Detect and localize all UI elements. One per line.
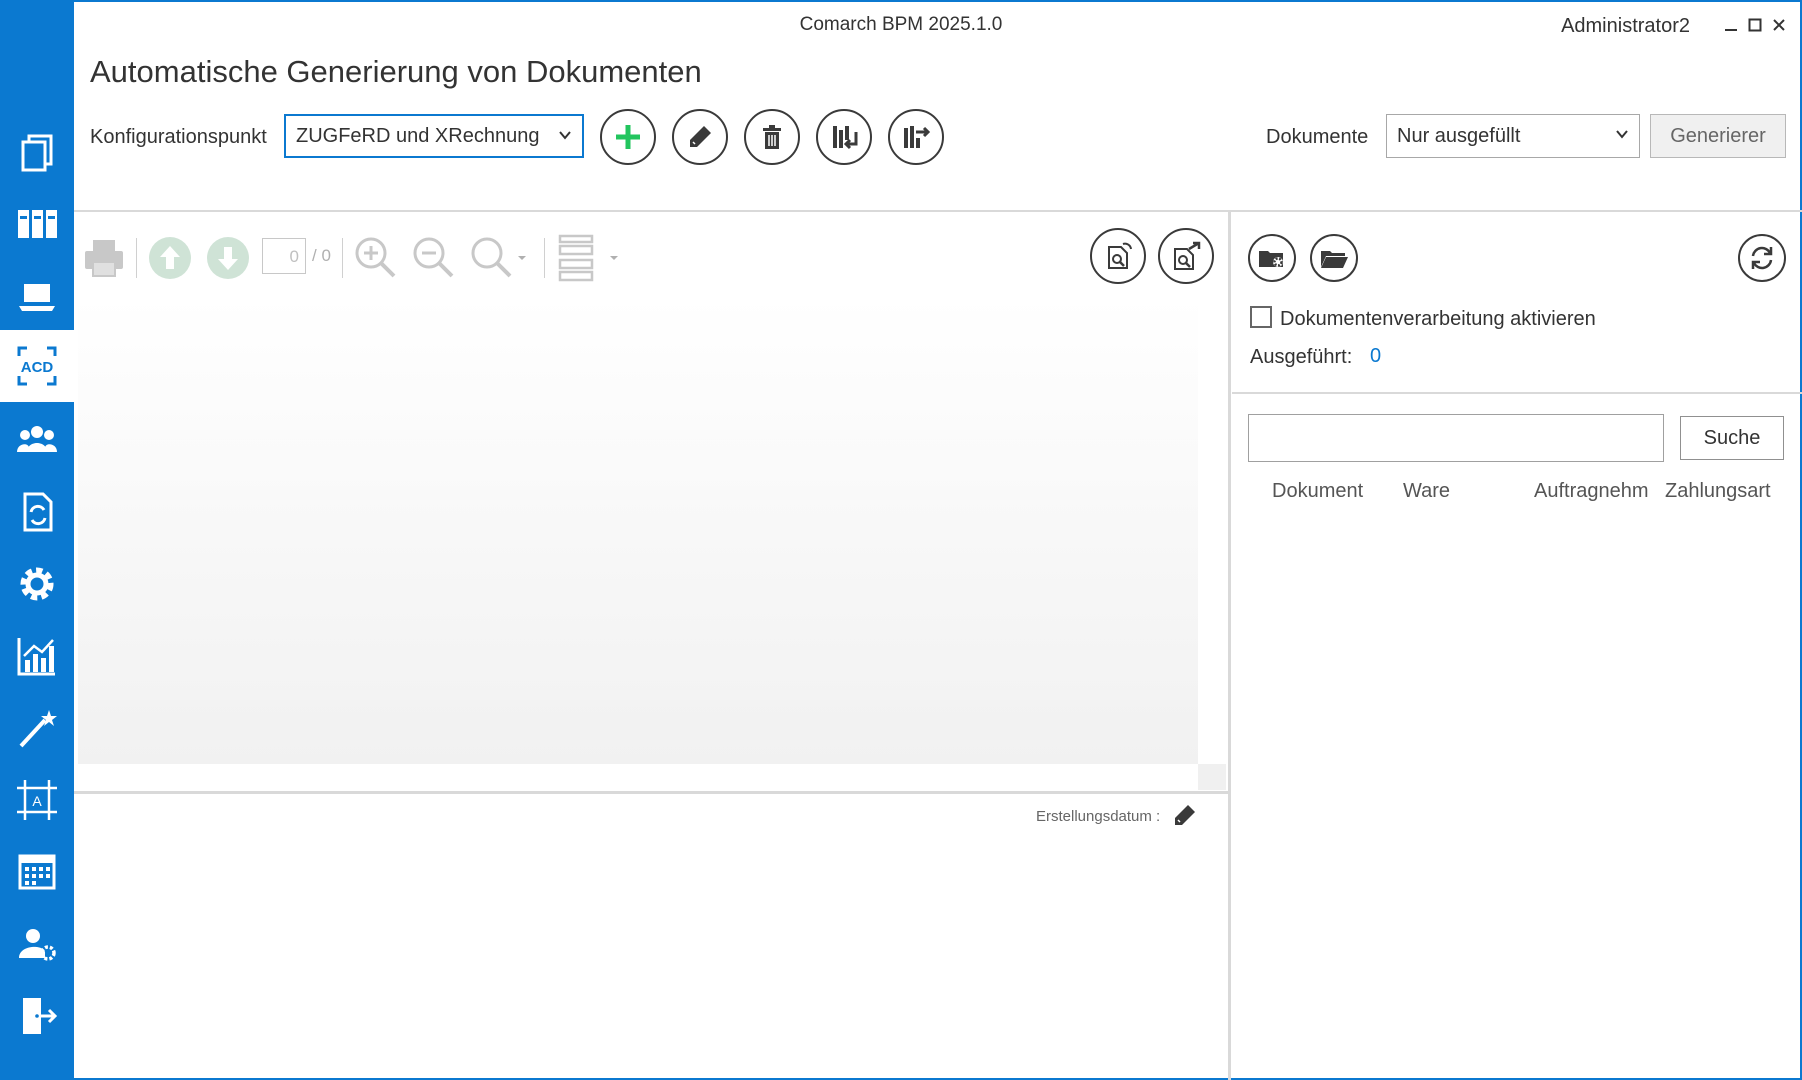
export-button[interactable] <box>888 109 944 165</box>
edit-date-icon[interactable] <box>1172 802 1198 828</box>
binders-icon <box>18 210 57 238</box>
svg-text:A: A <box>32 793 42 809</box>
sidebar-item-calendar[interactable] <box>0 836 74 908</box>
panel-divider <box>1228 212 1231 1080</box>
column-header-payment-type[interactable]: Zahlungsart <box>1665 480 1771 503</box>
documents-icon <box>21 134 53 172</box>
folder-settings-button[interactable] <box>1248 234 1296 282</box>
preview-export-button[interactable] <box>1158 228 1214 284</box>
user-settings-icon <box>19 929 56 961</box>
sidebar-item-exit[interactable] <box>0 980 74 1052</box>
folder-open-icon <box>1321 251 1348 268</box>
sidebar-item-text-frame[interactable]: A <box>0 764 74 836</box>
calendar-icon <box>18 854 56 890</box>
column-header-ware[interactable]: Ware <box>1403 480 1450 503</box>
page-total: / 0 <box>312 246 331 265</box>
pencil-icon <box>690 126 711 147</box>
documents-label: Dokumente <box>1266 126 1369 148</box>
print-icon[interactable] <box>82 236 126 280</box>
sidebar-item-documents[interactable] <box>0 116 74 188</box>
config-label: Konfigurationspunkt <box>90 126 267 148</box>
column-header-contractor[interactable]: Auftragnehm <box>1534 480 1649 503</box>
chevron-down-icon <box>559 131 571 140</box>
refresh-button[interactable] <box>1738 234 1786 282</box>
sidebar-item-reports[interactable] <box>0 620 74 692</box>
refresh-icon <box>1751 246 1773 270</box>
text-frame-icon: A <box>17 780 57 820</box>
delete-button[interactable] <box>744 109 800 165</box>
config-select-value: ZUGFeRD und XRechnung <box>296 124 540 147</box>
open-folder-button[interactable] <box>1310 234 1358 282</box>
sidebar-item-laptop[interactable] <box>0 260 74 332</box>
sidebar-item-wizard[interactable] <box>0 692 74 764</box>
executed-label: Ausgeführt: <box>1250 346 1353 368</box>
created-date-label: Erstellungsdatum : <box>1036 808 1161 825</box>
right-panel-divider <box>1232 392 1802 394</box>
documents-select-value: Nur ausgefüllt <box>1397 124 1521 147</box>
config-select[interactable]: ZUGFeRD und XRechnung <box>284 114 584 158</box>
page-title: Automatische Generierung von Dokumenten <box>90 54 702 89</box>
acd-icon: ACD <box>17 346 57 386</box>
generate-button[interactable]: Generierer <box>1650 114 1786 158</box>
search-button[interactable]: Suche <box>1680 416 1784 460</box>
toolbar-separator <box>342 238 343 278</box>
app-title: Comarch BPM 2025.1.0 <box>799 14 1003 35</box>
chart-icon <box>17 638 55 676</box>
sidebar-item-binders[interactable] <box>0 188 74 260</box>
user-name[interactable]: Administrator2 <box>1561 15 1690 38</box>
zoom-dropdown-icon[interactable] <box>468 234 528 280</box>
page-layout-icon[interactable] <box>556 232 622 284</box>
column-header-document[interactable]: Dokument <box>1272 480 1363 503</box>
trash-icon <box>763 125 781 149</box>
viewer-scroll-corner <box>1198 764 1226 790</box>
zoom-out-icon[interactable] <box>410 234 456 280</box>
sidebar-item-settings[interactable] <box>0 548 74 620</box>
exit-icon <box>23 998 58 1034</box>
users-icon <box>17 426 57 452</box>
preview-refresh-button[interactable] <box>1090 228 1146 284</box>
plus-icon <box>616 125 640 149</box>
import-icon <box>833 126 858 150</box>
add-button[interactable] <box>600 109 656 165</box>
export-icon <box>904 126 931 148</box>
header-divider <box>74 210 1802 212</box>
chevron-down-icon <box>1616 130 1628 139</box>
import-button[interactable] <box>816 109 872 165</box>
svg-text:ACD: ACD <box>21 359 54 376</box>
sidebar-item-users[interactable] <box>0 404 74 476</box>
laptop-icon <box>19 284 55 311</box>
viewer-horizontal-scrollbar[interactable] <box>78 764 1198 790</box>
maximize-icon[interactable] <box>1744 14 1766 36</box>
edit-button[interactable] <box>672 109 728 165</box>
close-icon[interactable] <box>1768 14 1790 36</box>
toolbar-separator <box>544 238 545 278</box>
activate-processing-checkbox[interactable] <box>1250 306 1272 328</box>
page-up-icon[interactable] <box>148 236 192 280</box>
page-down-icon[interactable] <box>206 236 250 280</box>
zoom-in-icon[interactable] <box>352 234 398 280</box>
sidebar: ACD A <box>0 0 74 1080</box>
folder-gear-icon <box>1259 251 1283 267</box>
document-viewer[interactable] <box>78 296 1198 764</box>
document-search-refresh-icon <box>1108 242 1132 269</box>
document-search-export-icon <box>1174 241 1201 270</box>
sidebar-item-acd[interactable]: ACD <box>0 330 74 402</box>
executed-value[interactable]: 0 <box>1370 345 1381 368</box>
documents-select[interactable]: Nur ausgefüllt <box>1386 114 1640 158</box>
document-sync-icon <box>23 492 53 532</box>
sidebar-item-document-sync[interactable] <box>0 476 74 548</box>
search-input[interactable] <box>1248 414 1664 462</box>
gear-icon <box>20 567 54 601</box>
toolbar-separator <box>136 238 137 278</box>
viewer-divider <box>74 791 1228 794</box>
sidebar-item-user-settings[interactable] <box>0 908 74 980</box>
activate-processing-label: Dokumentenverarbeitung aktivieren <box>1280 308 1596 330</box>
minimize-icon[interactable] <box>1720 14 1742 36</box>
magic-wand-icon <box>19 710 57 748</box>
page-number-input[interactable]: 0 <box>262 238 306 274</box>
